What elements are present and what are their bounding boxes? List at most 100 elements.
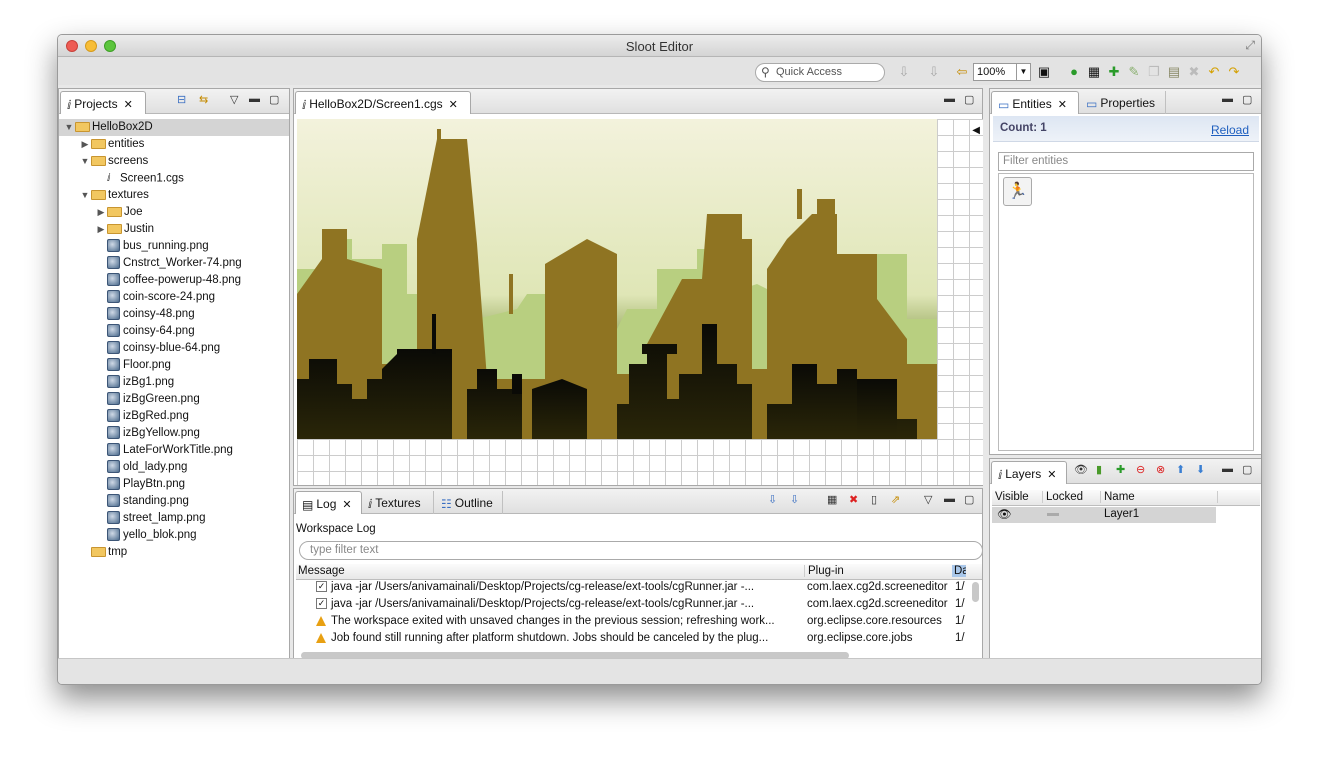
debug-history-icon[interactable]: ⇩ bbox=[926, 64, 942, 80]
maximize-icon[interactable]: ▢ bbox=[1242, 463, 1252, 476]
unlocked-icon[interactable] bbox=[1047, 513, 1059, 516]
export-log-icon[interactable]: ⇩ bbox=[768, 493, 777, 506]
minimize-icon[interactable]: ▬ bbox=[1222, 463, 1233, 475]
tree-item-png[interactable]: LateForWorkTitle.png bbox=[59, 442, 289, 459]
screen-canvas[interactable]: ◀ bbox=[297, 119, 983, 485]
minimize-icon[interactable]: ▬ bbox=[944, 93, 955, 105]
reload-link[interactable]: Reload bbox=[1211, 123, 1249, 137]
tree-item-cgs[interactable]: ⅈ Screen1.cgs bbox=[59, 170, 289, 187]
tab-layers[interactable]: ⅈ Layers ✕ bbox=[991, 461, 1067, 484]
expanded-arrow-icon[interactable]: ▼ bbox=[63, 119, 75, 136]
tree-item-png[interactable]: izBgYellow.png bbox=[59, 425, 289, 442]
expanded-arrow-icon[interactable]: ▼ bbox=[79, 153, 91, 170]
tree-item-png[interactable]: Cnstrct_Worker-74.png bbox=[59, 255, 289, 272]
column-date[interactable]: Da bbox=[952, 565, 966, 577]
back-arrow-icon[interactable]: ⇦ bbox=[954, 64, 970, 80]
add-layer-icon[interactable]: ✚ bbox=[1106, 64, 1122, 80]
maximize-icon[interactable]: ▢ bbox=[964, 493, 974, 506]
tab-log[interactable]: ▤ Log ✕ bbox=[295, 491, 362, 514]
quick-access-field[interactable]: ⚲ Quick Access bbox=[755, 63, 885, 82]
tab-projects[interactable]: ⅈ Projects ✕ bbox=[60, 91, 146, 114]
tab-textures[interactable]: ⅈ Textures bbox=[362, 491, 434, 514]
tree-item-png[interactable]: izBg1.png bbox=[59, 374, 289, 391]
minimize-icon[interactable]: ▬ bbox=[944, 493, 955, 505]
import-log-icon[interactable]: ⇩ bbox=[790, 493, 799, 506]
city-skyline-image[interactable] bbox=[297, 119, 937, 439]
run-history-icon[interactable]: ⇩ bbox=[896, 64, 912, 80]
tree-item-png[interactable]: coin-score-24.png bbox=[59, 289, 289, 306]
grid-icon[interactable]: ▦ bbox=[1086, 64, 1102, 80]
move-up-icon[interactable]: ⬆ bbox=[1176, 463, 1185, 476]
zoom-select[interactable]: 100% ▼ bbox=[973, 63, 1031, 81]
delete-layer-icon[interactable]: ⊗ bbox=[1156, 463, 1165, 476]
tree-item-png[interactable]: PlayBtn.png bbox=[59, 476, 289, 493]
delete-log-icon[interactable]: ✖ bbox=[849, 493, 858, 506]
tree-item-folder[interactable]: tmp bbox=[59, 544, 289, 561]
close-icon[interactable]: ✕ bbox=[1047, 469, 1056, 481]
undo-icon[interactable]: ↶ bbox=[1206, 64, 1222, 80]
new-file-icon[interactable]: ▣ bbox=[1036, 64, 1052, 80]
expanded-arrow-icon[interactable]: ▼ bbox=[79, 187, 91, 204]
delete-icon[interactable]: ✖ bbox=[1186, 64, 1202, 80]
close-icon[interactable]: ✕ bbox=[124, 99, 133, 111]
tree-item-folder[interactable]: ▼ textures bbox=[59, 187, 289, 204]
tab-entities[interactable]: ▭ Entities ✕ bbox=[991, 91, 1079, 114]
tree-item-folder[interactable]: ▶ Justin bbox=[59, 221, 289, 238]
close-icon[interactable]: ✕ bbox=[449, 99, 458, 111]
column-name[interactable]: Name bbox=[1100, 491, 1218, 503]
collapsed-arrow-icon[interactable]: ▶ bbox=[95, 221, 107, 238]
view-menu-icon[interactable]: ▽ bbox=[924, 493, 932, 506]
tree-item-png[interactable]: coinsy-blue-64.png bbox=[59, 340, 289, 357]
eye-icon[interactable]: 👁 bbox=[1074, 463, 1088, 476]
collapsed-arrow-icon[interactable]: ▶ bbox=[79, 136, 91, 153]
vertical-scrollbar[interactable] bbox=[972, 582, 979, 602]
tree-item-png[interactable]: street_lamp.png bbox=[59, 510, 289, 527]
log-row[interactable]: ✓ java -jar /Users/anivamainali/Desktop/P… bbox=[296, 597, 982, 614]
tree-item-png[interactable]: Floor.png bbox=[59, 357, 289, 374]
palette-toggle-icon[interactable]: ◀ bbox=[972, 125, 980, 136]
tree-item-png[interactable]: coinsy-48.png bbox=[59, 306, 289, 323]
collapse-all-icon[interactable]: ⊟ bbox=[177, 93, 186, 106]
chevron-down-icon[interactable]: ▼ bbox=[1016, 64, 1030, 80]
paste-icon[interactable]: ▤ bbox=[1166, 64, 1182, 80]
maximize-icon[interactable]: ▢ bbox=[1242, 93, 1252, 106]
clear-log-icon[interactable]: ▦ bbox=[827, 493, 837, 506]
tree-item-folder[interactable]: ▶ Joe bbox=[59, 204, 289, 221]
log-filter-input[interactable]: type filter text bbox=[299, 541, 983, 560]
tab-properties[interactable]: ▭ Properties bbox=[1080, 91, 1166, 114]
column-visible[interactable]: Visible bbox=[995, 491, 1029, 503]
add-layer-icon[interactable]: ✚ bbox=[1116, 463, 1125, 476]
close-icon[interactable]: ✕ bbox=[1058, 99, 1067, 111]
entity-worker-thumbnail[interactable]: 🏃 bbox=[1003, 177, 1032, 206]
tree-item-folder[interactable]: ▼ screens bbox=[59, 153, 289, 170]
layer-row[interactable]: 👁 Layer1 bbox=[992, 507, 1216, 523]
column-locked[interactable]: Locked bbox=[1042, 491, 1083, 503]
view-menu-icon[interactable]: ▽ bbox=[230, 93, 238, 106]
eye-icon[interactable]: 👁 bbox=[997, 507, 1012, 521]
move-down-icon[interactable]: ⬇ bbox=[1196, 463, 1205, 476]
tree-item-png[interactable]: old_lady.png bbox=[59, 459, 289, 476]
tree-item-png[interactable]: standing.png bbox=[59, 493, 289, 510]
tree-item-png[interactable]: coinsy-64.png bbox=[59, 323, 289, 340]
tree-item-png[interactable]: izBgGreen.png bbox=[59, 391, 289, 408]
log-row[interactable]: ✓ java -jar /Users/anivamainali/Desktop/P… bbox=[296, 580, 982, 597]
edit-icon[interactable]: ✎ bbox=[1126, 64, 1142, 80]
tree-item-png[interactable]: yello_blok.png bbox=[59, 527, 289, 544]
collapsed-arrow-icon[interactable]: ▶ bbox=[95, 204, 107, 221]
maximize-icon[interactable]: ▢ bbox=[964, 93, 974, 106]
remove-layer-icon[interactable]: ⊖ bbox=[1136, 463, 1145, 476]
tree-item-png[interactable]: bus_running.png bbox=[59, 238, 289, 255]
run-icon[interactable]: ● bbox=[1066, 64, 1082, 80]
log-row[interactable]: Job found still running after platform s… bbox=[296, 631, 982, 648]
link-editor-icon[interactable]: ⇆ bbox=[199, 93, 208, 106]
tree-item-png[interactable]: coffee-powerup-48.png bbox=[59, 272, 289, 289]
entities-filter-input[interactable]: Filter entities bbox=[998, 152, 1254, 171]
tree-item-folder[interactable]: ▶ entities bbox=[59, 136, 289, 153]
close-icon[interactable]: ✕ bbox=[342, 499, 351, 511]
open-log-icon[interactable]: ▯ bbox=[871, 493, 877, 506]
lock-icon[interactable]: ▮ bbox=[1096, 463, 1102, 476]
log-row[interactable]: The workspace exited with unsaved change… bbox=[296, 614, 982, 631]
minimize-icon[interactable]: ▬ bbox=[1222, 93, 1233, 105]
tree-item-project[interactable]: ▼ HelloBox2D bbox=[59, 119, 289, 136]
restore-log-icon[interactable]: ⇗ bbox=[891, 493, 900, 506]
